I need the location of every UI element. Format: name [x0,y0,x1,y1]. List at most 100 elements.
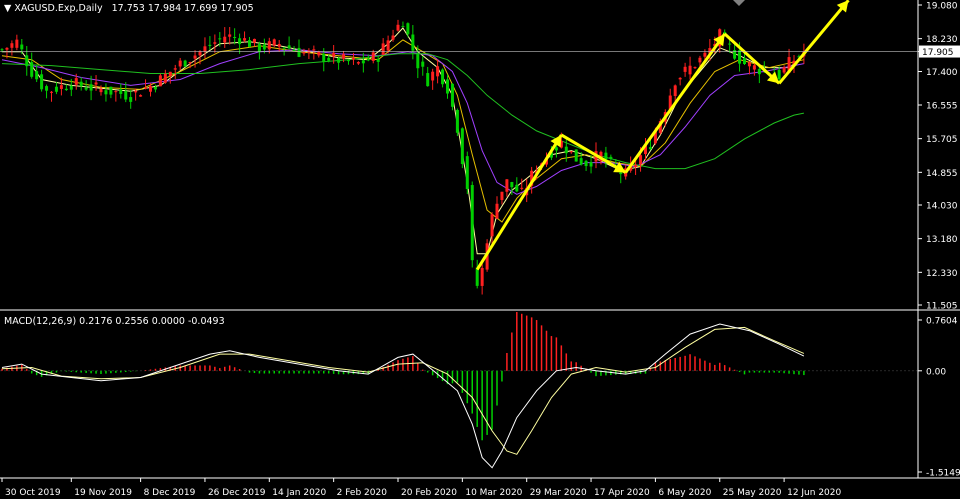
time-tick-label: 8 Dec 2019 [144,488,196,498]
price-tick-label: 15.705 [926,135,958,145]
candle-body [233,36,237,38]
candle-body [752,65,756,70]
candle-body [634,164,638,167]
candle-body [54,86,58,92]
candle-body [317,51,321,56]
candle-body [287,45,291,49]
candle-body [465,156,469,189]
time-tick-label: 26 Dec 2019 [208,488,266,498]
macd-header: MACD(12,26,9) 0.2176 0.2556 0.0000 -0.04… [4,316,225,327]
candle-body [262,44,266,50]
candle-body [738,50,742,64]
candle-body [134,90,138,93]
candle-body [74,78,78,85]
candle-body [302,52,306,54]
candle-body [198,51,202,56]
trend-arrow-line [777,0,850,85]
time-tick-label: 6 May 2020 [658,488,711,498]
candle-body [20,44,24,50]
candle-body [342,54,346,59]
chart-header: ▼ XAGUSD.Exp,Daily 17.753 17.984 17.699 … [4,3,254,14]
candle-body [421,61,425,67]
candle-body [579,158,583,165]
candle-body [574,149,578,162]
candle-body [683,66,687,72]
candle-body [782,67,786,73]
candle-body [208,44,212,46]
candle-body [243,38,247,41]
candle-body [149,85,152,92]
candle-body [520,187,524,189]
time-tick-label: 10 Mar 2020 [465,488,522,498]
candle-body [183,60,187,67]
candle-body [436,66,440,77]
macd-tick-label: -1.5149 [926,469,960,479]
price-tick-label: 18.230 [926,35,958,45]
candle-body [337,57,341,63]
candle-body [688,65,692,75]
candle-body [5,47,9,50]
candle-body [441,69,445,85]
candle-body [411,34,415,51]
price-chart-canvas[interactable]: 19.080 18.230 17.905 17.400 16.555 15.705 14.8… [0,0,960,499]
candle-body [475,267,479,286]
candle-body [84,87,88,90]
trend-arrow-line [475,134,563,271]
candle-body [347,60,350,62]
candle-body [15,39,19,48]
candle-body [426,73,430,87]
candle-body [747,62,751,67]
price-tick-label: 11.505 [926,302,958,312]
chart-menu-icon[interactable]: ▼ [4,3,11,14]
time-tick-label: 17 Apr 2020 [594,488,650,498]
candle-body [728,43,732,45]
candle-body [446,79,449,94]
candle-body [79,81,83,87]
candle-body [470,185,474,261]
candle-body [698,57,702,63]
candle-body [584,160,588,167]
candle-body [59,85,63,89]
candle-body [703,52,707,57]
candle-body [391,35,395,40]
time-tick-label: 2 Feb 2020 [337,488,388,498]
candle-body [406,23,410,35]
candle-body [94,82,98,85]
candle-body [515,184,519,192]
price-tick-label: 14.030 [926,202,958,212]
candle-body [223,36,227,43]
candle-body [757,69,761,75]
candle-body [267,41,271,50]
price-tick-label: 17.400 [926,68,958,78]
candle-body [188,62,192,64]
candle-body [490,214,494,237]
candle-body [25,55,29,67]
candle-body [386,40,390,51]
candle-body [124,90,128,100]
candle-body [30,62,34,77]
candle-body [376,58,380,62]
macd-signal-line [1,326,805,455]
chart-window: 19.080 18.230 17.905 17.400 16.555 15.705 14.8… [0,0,960,499]
candle-body [168,71,172,77]
candle-body [327,57,331,61]
candle-body [277,44,281,47]
trend-arrow-line [624,33,726,174]
candle-body [69,85,73,90]
price-tick-label: 19.080 [926,2,958,12]
candle-body [158,75,162,87]
candle-body [500,191,504,200]
price-tick-label: 13.180 [926,235,958,245]
candle-body [218,38,222,40]
candle-body [743,58,746,65]
candle-body [297,47,301,57]
price-tick-label: 14.855 [926,169,958,179]
time-tick-label: 30 Oct 2019 [5,488,61,498]
candle-body [356,62,360,64]
candle-body [416,53,420,69]
trend-arrow-line [723,32,781,85]
time-tick-label: 25 May 2020 [723,488,782,498]
candle-body [89,84,93,91]
candle-body [45,86,49,91]
ohlc-values: 17.753 17.984 17.699 17.905 [111,3,254,14]
